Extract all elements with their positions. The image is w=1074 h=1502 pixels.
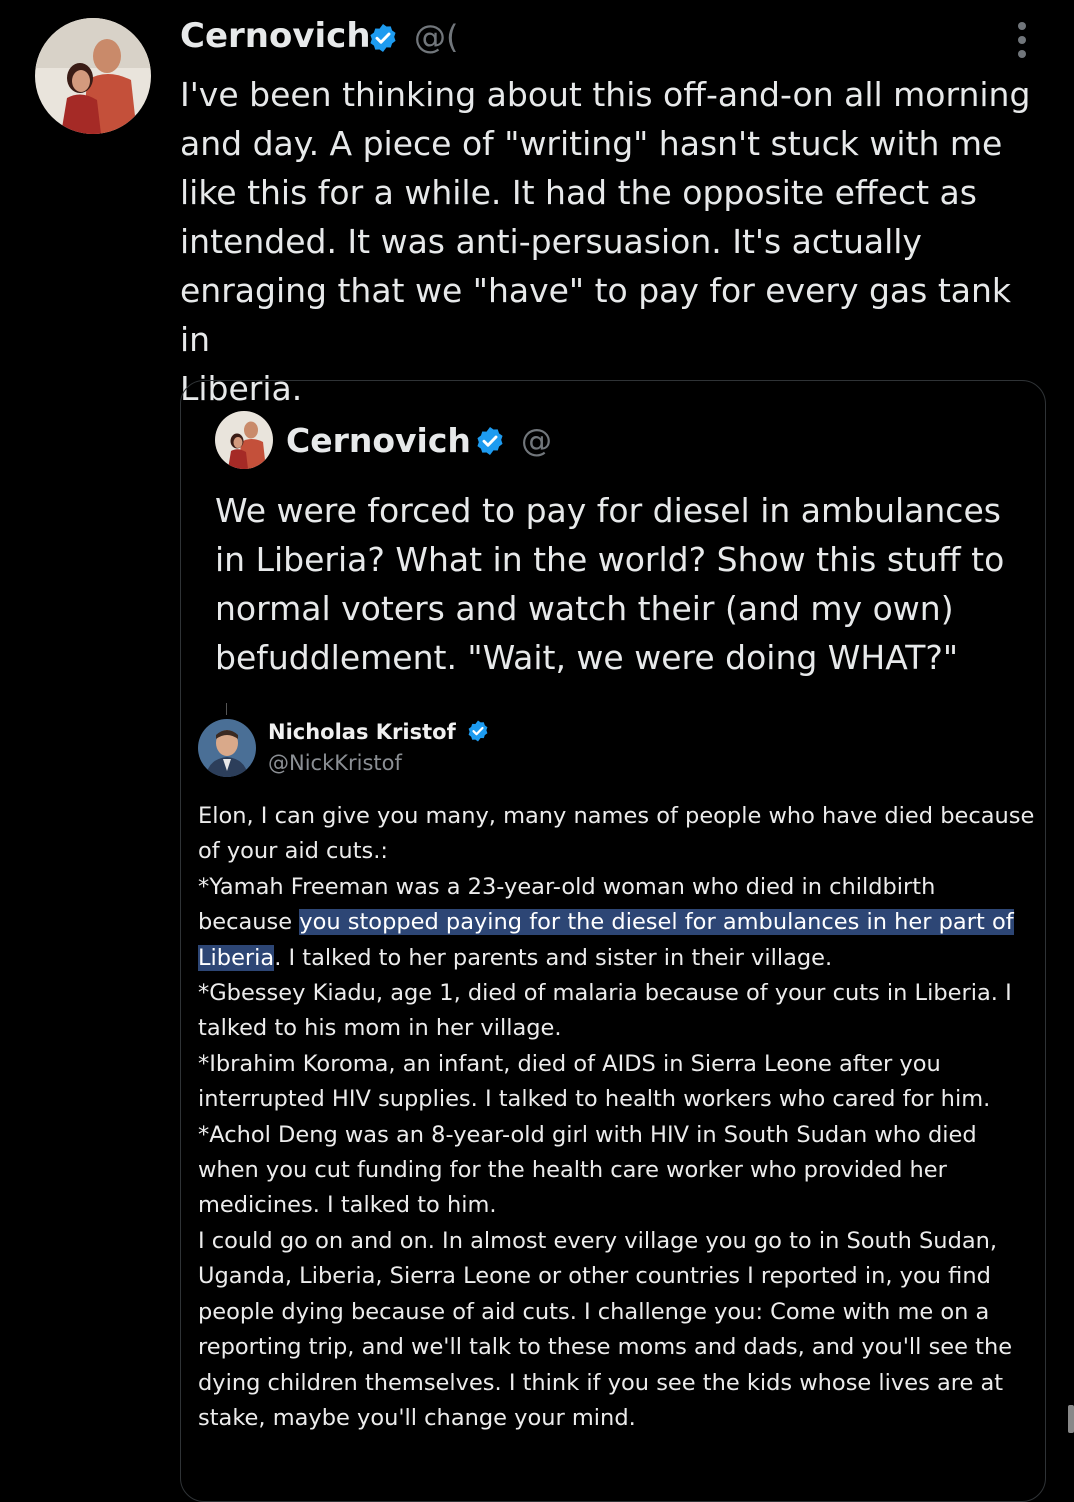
kristof-tweet-text: Elon, I can give you many, many names of… <box>198 799 1038 1436</box>
quoted-tweet-card[interactable]: Cernovich @ We were forced to pay for di… <box>180 380 1046 1502</box>
quoted-author-avatar[interactable] <box>215 411 273 469</box>
tweet-text: I've been thinking about this off-and-on… <box>180 75 1031 408</box>
kristof-handle: @NickKristof <box>268 751 402 775</box>
verified-badge-icon <box>477 427 503 455</box>
quoted-tweet-text: We were forced to pay for diesel in ambu… <box>215 491 1005 677</box>
kristof-avatar <box>198 719 256 777</box>
kristof-name: Nicholas Kristof <box>268 719 490 744</box>
verified-badge-icon <box>370 24 396 52</box>
quoted-author-name[interactable]: Cernovich <box>286 421 471 460</box>
author-handle[interactable]: @( <box>414 18 458 56</box>
scrollbar[interactable] <box>1068 1405 1074 1433</box>
author-avatar[interactable] <box>35 18 151 134</box>
kristof-text-part2: . I talked to her parents and sister in … <box>198 944 1013 1431</box>
more-options-icon[interactable] <box>1012 22 1032 62</box>
quoted-author-handle[interactable]: @ <box>521 423 552 459</box>
verified-badge-icon <box>468 720 488 742</box>
author-name[interactable]: Cernovich <box>180 16 371 56</box>
divider <box>226 703 227 715</box>
kristof-name-text: Nicholas Kristof <box>268 720 456 744</box>
